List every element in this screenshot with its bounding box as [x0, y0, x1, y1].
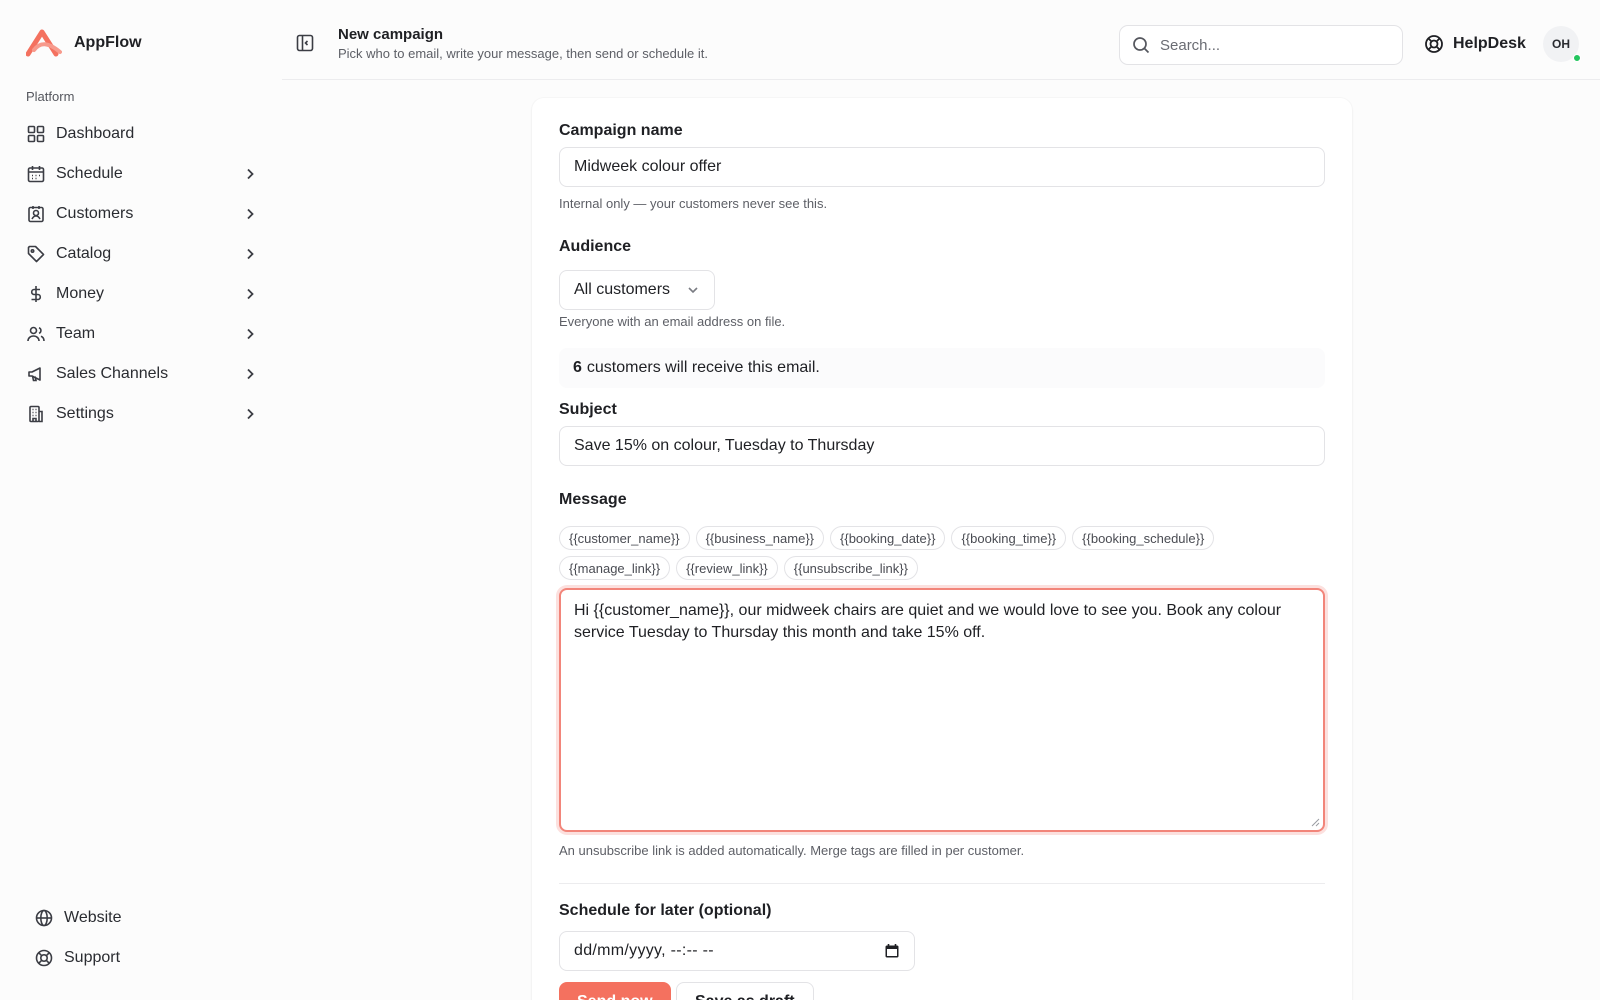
- subject-label: Subject: [559, 401, 617, 418]
- message-text: Hi {{customer_name}}, our midweek chairs…: [574, 602, 1282, 641]
- page-title: New campaign: [338, 26, 444, 43]
- avatar[interactable]: OH: [1543, 26, 1581, 62]
- sidebar-item-label: Schedule: [56, 165, 123, 182]
- chevron-right-icon: [242, 206, 258, 222]
- merge-tag-review-link[interactable]: {{review_link}}: [676, 556, 778, 580]
- lifebuoy-icon: [34, 948, 54, 968]
- chevron-right-icon: [242, 326, 258, 342]
- chevron-right-icon: [242, 246, 258, 262]
- campaign-name-hint: Internal only — your customers never see…: [559, 196, 828, 211]
- sidebar-item-label: Settings: [56, 405, 114, 422]
- search-icon: [1132, 36, 1150, 54]
- sidebar-item-sales-channels[interactable]: Sales Channels: [18, 354, 266, 394]
- merge-tag-business-name[interactable]: {{business_name}}: [695, 526, 825, 550]
- chevron-down-icon: [686, 283, 700, 297]
- merge-tag-unsubscribe-link[interactable]: {{unsubscribe_link}}: [783, 556, 918, 580]
- schedule-label: Schedule for later (optional): [559, 902, 772, 919]
- dollar-icon: [26, 284, 46, 304]
- merge-tag-booking-time[interactable]: {{booking_time}}: [951, 526, 1067, 550]
- helpdesk-label: HelpDesk: [1453, 35, 1526, 52]
- merge-tags: {{customer_name}} {{business_name}} {{bo…: [559, 526, 1325, 580]
- sidebar-item-label: Catalog: [56, 245, 112, 262]
- sidebar-nav: Dashboard Schedule Customers Catalog Mon…: [18, 114, 266, 434]
- avatar-initials: OH: [1552, 37, 1570, 51]
- page-subtitle: Pick who to email, write your message, t…: [338, 46, 708, 61]
- send-now-button[interactable]: Send now: [559, 982, 671, 1000]
- sidebar-item-support[interactable]: Support: [26, 938, 266, 978]
- message-textarea[interactable]: Hi {{customer_name}}, our midweek chairs…: [559, 588, 1325, 832]
- merge-tag-manage-link[interactable]: {{manage_link}}: [559, 556, 671, 580]
- section-divider: [559, 883, 1325, 884]
- users-icon: [26, 324, 46, 344]
- sidebar-item-dashboard[interactable]: Dashboard: [18, 114, 266, 154]
- schedule-datetime-input[interactable]: dd/mm/yyyy, --:-- --: [559, 931, 915, 971]
- audience-select[interactable]: All customers: [559, 270, 715, 310]
- sidebar-item-team[interactable]: Team: [18, 314, 266, 354]
- schedule-datetime-placeholder: dd/mm/yyyy, --:-- --: [574, 942, 714, 959]
- merge-tag-booking-schedule[interactable]: {{booking_schedule}}: [1072, 526, 1215, 550]
- merge-tag-customer-name[interactable]: {{customer_name}}: [559, 526, 690, 550]
- sidebar-item-customers[interactable]: Customers: [18, 194, 266, 234]
- recipient-count: 6: [573, 359, 582, 376]
- brand[interactable]: AppFlow: [26, 28, 142, 58]
- audience-selected-value: All customers: [574, 281, 671, 298]
- sidebar-item-catalog[interactable]: Catalog: [18, 234, 266, 274]
- sidebar: AppFlow Platform Dashboard Schedule Cust…: [0, 0, 282, 1000]
- app-name: AppFlow: [74, 34, 142, 51]
- subject-input[interactable]: Save 15% on colour, Tuesday to Thursday: [559, 426, 1325, 466]
- campaign-form-card: Campaign name Midweek colour offer Inter…: [532, 98, 1352, 1000]
- campaign-name-input[interactable]: Midweek colour offer: [559, 147, 1325, 187]
- message-hint: An unsubscribe link is added automatical…: [559, 843, 1025, 858]
- megaphone-icon: [26, 364, 46, 384]
- helpdesk-button[interactable]: HelpDesk: [1424, 34, 1526, 54]
- globe-icon: [34, 908, 54, 928]
- chevron-right-icon: [242, 406, 258, 422]
- top-header: New campaign Pick who to email, write yo…: [282, 0, 1600, 80]
- campaign-name-label: Campaign name: [559, 122, 683, 139]
- sidebar-item-label: Customers: [56, 205, 134, 222]
- dashboard-grid-icon: [26, 124, 46, 144]
- building-icon: [26, 404, 46, 424]
- sidebar-item-settings[interactable]: Settings: [18, 394, 266, 434]
- merge-tag-booking-date[interactable]: {{booking_date}}: [830, 526, 946, 550]
- chevron-right-icon: [242, 166, 258, 182]
- save-draft-button[interactable]: Save as draft: [676, 982, 814, 1000]
- sidebar-item-website[interactable]: Website: [26, 898, 266, 938]
- audience-hint: Everyone with an email address on file.: [559, 314, 786, 329]
- sidebar-item-label: Team: [56, 325, 96, 342]
- sidebar-section-label: Platform: [26, 89, 75, 104]
- sidebar-toggle-icon[interactable]: [296, 34, 316, 54]
- resize-handle-icon[interactable]: [1311, 818, 1320, 827]
- sidebar-bottom-nav: Website Support: [26, 898, 266, 978]
- search-input[interactable]: [1160, 36, 1380, 54]
- contact-card-icon: [26, 204, 46, 224]
- sidebar-item-label: Website: [64, 909, 122, 926]
- sidebar-item-label: Money: [56, 285, 105, 302]
- message-label: Message: [559, 491, 627, 508]
- tag-icon: [26, 244, 46, 264]
- sidebar-item-money[interactable]: Money: [18, 274, 266, 314]
- sidebar-item-label: Dashboard: [56, 125, 135, 142]
- chevron-right-icon: [242, 286, 258, 302]
- appflow-logo-icon: [26, 29, 62, 57]
- online-status-indicator: [1573, 54, 1581, 62]
- sidebar-item-schedule[interactable]: Schedule: [18, 154, 266, 194]
- lifebuoy-icon: [1424, 34, 1444, 54]
- search-box[interactable]: [1119, 25, 1403, 65]
- calendar-icon: [26, 164, 46, 184]
- recipient-count-banner: 6 customers will receive this email.: [559, 348, 1325, 388]
- sidebar-item-label: Sales Channels: [56, 365, 169, 382]
- recipient-count-text: customers will receive this email.: [586, 359, 820, 376]
- calendar-icon[interactable]: [884, 943, 900, 959]
- chevron-right-icon: [242, 366, 258, 382]
- audience-label: Audience: [559, 238, 632, 255]
- sidebar-item-label: Support: [64, 949, 121, 966]
